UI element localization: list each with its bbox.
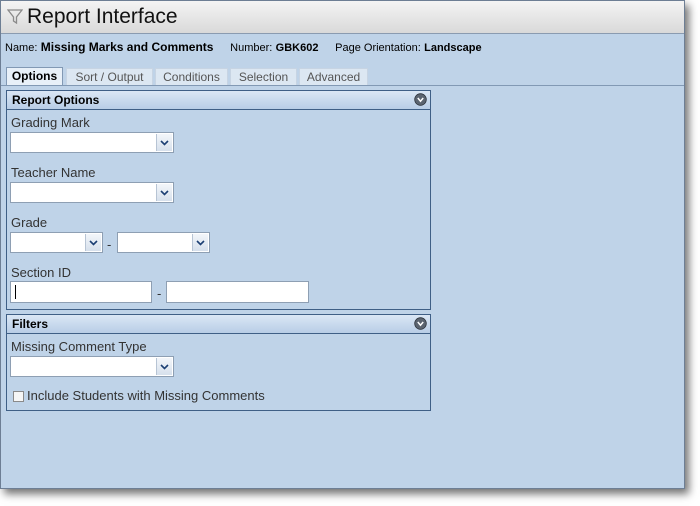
tab-options[interactable]: Options	[6, 67, 63, 86]
include-students-label[interactable]: Include Students with Missing Comments	[27, 388, 265, 403]
tab-conditions[interactable]: Conditions	[155, 68, 228, 85]
grading-mark-select[interactable]	[10, 132, 174, 153]
collapse-icon[interactable]	[414, 317, 427, 335]
section-id-range-separator: -	[157, 286, 162, 301]
tab-advanced[interactable]: Advanced	[299, 68, 368, 85]
chevron-down-icon[interactable]	[192, 234, 208, 251]
page-orientation-label: Page Orientation:	[335, 42, 421, 54]
report-info-row: Name: Missing Marks and Comments Number:…	[5, 40, 482, 54]
filters-header[interactable]: Filters	[7, 315, 430, 334]
tab-selection[interactable]: Selection	[230, 68, 297, 85]
missing-comment-type-label: Missing Comment Type	[11, 339, 147, 354]
section-id-to-input[interactable]	[166, 281, 309, 303]
tab-sort-output[interactable]: Sort / Output	[66, 68, 153, 85]
teacher-name-select[interactable]	[10, 182, 174, 203]
include-students-checkbox[interactable]	[13, 391, 24, 402]
section-id-from-input[interactable]	[10, 281, 152, 303]
title-bar: Report Interface	[1, 1, 684, 34]
chevron-down-icon[interactable]	[156, 358, 172, 375]
filter-funnel-icon	[6, 9, 24, 30]
grade-label: Grade	[11, 215, 48, 230]
chevron-down-icon[interactable]	[156, 134, 172, 151]
text-cursor	[15, 285, 16, 299]
report-number: GBK602	[275, 42, 319, 54]
report-options-panel: Report Options Grading Mark Teacher Name…	[6, 90, 431, 310]
teacher-name-label: Teacher Name	[11, 165, 96, 180]
name-label: Name:	[5, 42, 38, 54]
filters-panel: Filters Missing Comment Type Include Stu…	[6, 314, 431, 411]
report-interface-window: Report Interface Name: Missing Marks and…	[0, 0, 685, 489]
chevron-down-icon[interactable]	[156, 184, 172, 201]
page-orientation-value: Landscape	[424, 42, 482, 54]
window-title: Report Interface	[27, 5, 178, 28]
grading-mark-label: Grading Mark	[11, 115, 90, 130]
tab-divider	[1, 85, 684, 86]
grade-range-separator: -	[107, 237, 112, 252]
section-id-label: Section ID	[11, 265, 71, 280]
missing-comment-type-select[interactable]	[10, 356, 174, 377]
number-label: Number:	[230, 42, 273, 54]
report-options-title: Report Options	[12, 93, 100, 107]
report-options-header[interactable]: Report Options	[7, 91, 430, 110]
report-name: Missing Marks and Comments	[40, 40, 214, 54]
collapse-icon[interactable]	[414, 93, 427, 111]
grade-to-select[interactable]	[117, 232, 210, 253]
chevron-down-icon[interactable]	[85, 234, 101, 251]
grade-from-select[interactable]	[10, 232, 103, 253]
filters-title: Filters	[12, 317, 49, 331]
